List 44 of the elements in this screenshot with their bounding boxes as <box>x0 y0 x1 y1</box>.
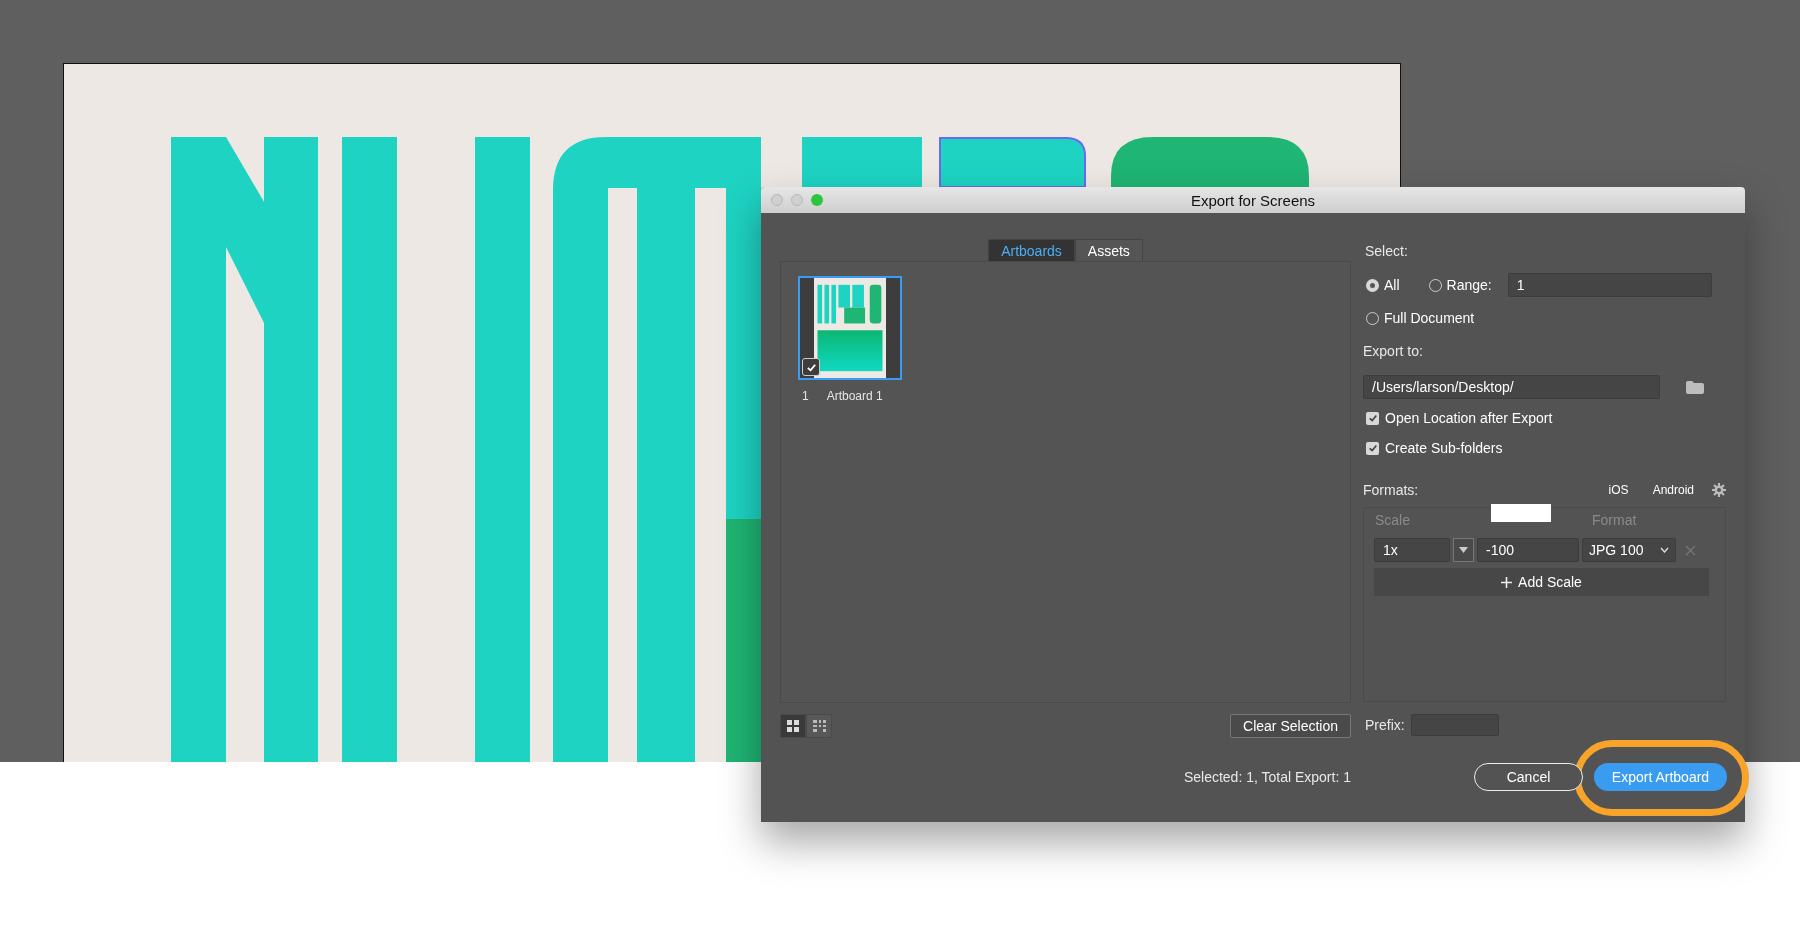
window-title: Export for Screens <box>1190 191 1316 209</box>
prefix-label: Prefix: <box>1365 717 1405 733</box>
checkmark-icon <box>1367 413 1378 423</box>
radio-option[interactable]: All <box>1366 277 1400 293</box>
artboard-name: Artboard 1 <box>826 389 883 403</box>
select-label: Select: <box>1365 243 1409 259</box>
export-to-label: Export to: <box>1363 343 1424 359</box>
export-summary: Selected: 1, Total Export: 1 <box>1183 769 1351 785</box>
grid-view-button[interactable] <box>780 714 806 738</box>
range-field[interactable]: 1 <box>1507 273 1712 297</box>
settings-icon[interactable] <box>1712 483 1726 497</box>
tab[interactable]: Assets <box>1074 239 1143 261</box>
formats-label: Formats: <box>1363 482 1419 498</box>
checkmark-icon <box>805 361 817 373</box>
folder-icon[interactable] <box>1686 380 1704 394</box>
radio-button[interactable] <box>1366 278 1379 292</box>
format-dropdown[interactable]: JPG 100 <box>1582 538 1676 562</box>
clear-selection-button[interactable]: Clear Selection <box>1230 714 1351 738</box>
scale-dropdown-button[interactable] <box>1453 538 1474 562</box>
checkbox[interactable] <box>1366 441 1379 455</box>
path-field[interactable]: /Users/larson/Desktop/ <box>1363 375 1660 399</box>
tab[interactable]: Artboards <box>988 239 1075 261</box>
redaction-patch <box>1491 504 1551 522</box>
scale-field[interactable]: 1x <box>1374 538 1450 562</box>
cancel-button[interactable]: Cancel <box>1474 763 1583 791</box>
caret-icon <box>1459 547 1468 553</box>
list-view-button[interactable] <box>806 714 832 738</box>
suffix-field[interactable]: -100 <box>1477 538 1579 562</box>
checkmark-icon <box>1367 443 1378 453</box>
list-icon <box>812 720 826 732</box>
chevron-icon <box>1660 547 1669 553</box>
radio-option[interactable]: Full Document <box>1366 310 1700 326</box>
radio-option[interactable]: Range: <box>1428 277 1492 293</box>
artboard-number: 1 <box>802 389 809 403</box>
add-scale-button[interactable]: Add Scale <box>1374 568 1709 596</box>
artboard-thumbnail[interactable] <box>798 276 902 380</box>
checkbox[interactable] <box>1366 411 1379 425</box>
grid-icon <box>787 720 799 732</box>
preset-button[interactable]: iOS <box>1598 483 1639 497</box>
checkbox-option[interactable]: Open Location after Export <box>1366 410 1726 426</box>
preset-button[interactable]: Android <box>1642 483 1704 497</box>
checkbox[interactable] <box>802 358 820 376</box>
plus-icon <box>1501 576 1513 588</box>
checkbox-option[interactable]: Create Sub-folders <box>1366 440 1726 456</box>
